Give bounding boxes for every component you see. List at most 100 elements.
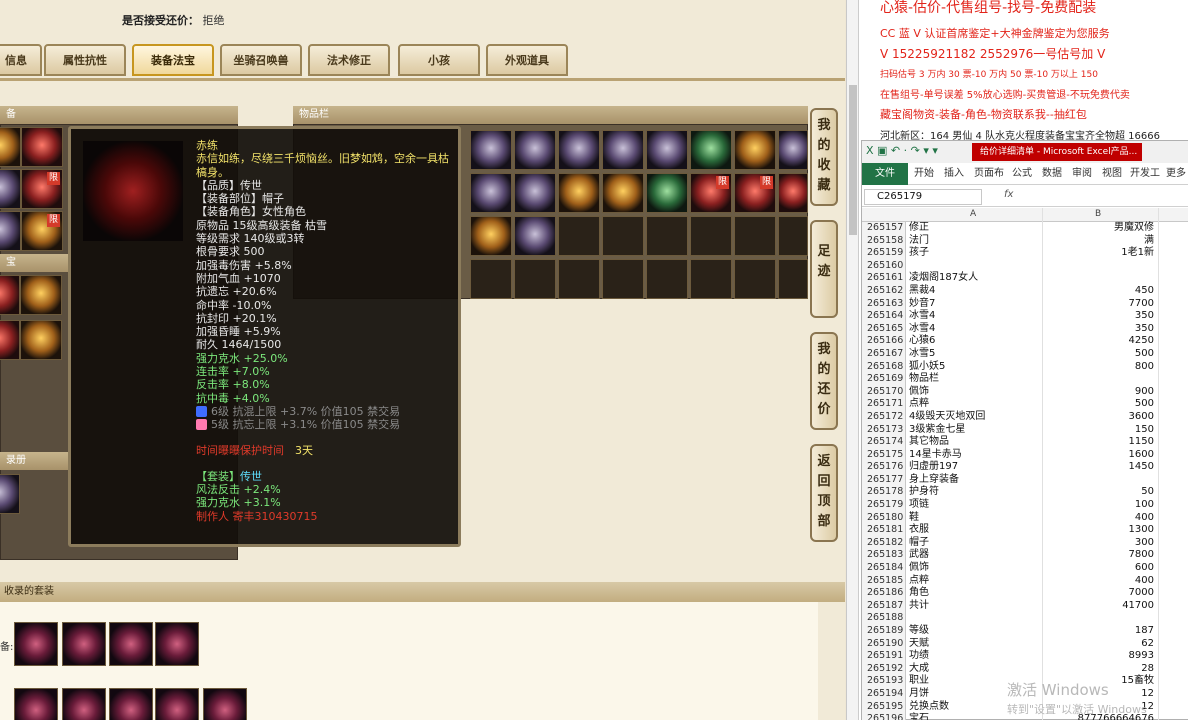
table-row[interactable]: 265162 黑裁4 450 <box>862 284 1188 298</box>
inventory-slot[interactable] <box>602 216 644 256</box>
table-row[interactable]: 265179 项链 100 <box>862 499 1188 512</box>
set-item[interactable] <box>14 622 58 666</box>
column-header-a[interactable]: A <box>970 209 976 219</box>
ribbon-tab[interactable]: 插入 <box>944 163 964 185</box>
ribbon-tab[interactable]: 开发工 <box>1130 163 1160 185</box>
row-number[interactable]: 265159 <box>862 247 906 260</box>
inventory-slot[interactable] <box>470 173 512 213</box>
tab-info[interactable]: 信息 <box>0 44 42 76</box>
cell-b[interactable]: 400 <box>1044 512 1154 525</box>
table-row[interactable]: 265184 佩饰 600 <box>862 562 1188 575</box>
treasure-slot[interactable] <box>0 275 20 315</box>
back-to-top-button[interactable]: 返回顶部 <box>810 444 838 542</box>
table-row[interactable]: 265176 归虚册197 1450 <box>862 461 1188 474</box>
row-number[interactable]: 265190 <box>862 637 906 651</box>
row-number[interactable]: 265177 <box>862 473 906 487</box>
table-row[interactable]: 265183 武器 7800 <box>862 549 1188 563</box>
tab-mounts-pets[interactable]: 坐骑召唤兽 <box>220 44 302 76</box>
row-number[interactable]: 265184 <box>862 562 906 575</box>
cell-b[interactable]: 50 <box>1044 486 1154 499</box>
row-number[interactable]: 265191 <box>862 650 906 663</box>
row-number[interactable]: 265157 <box>862 222 906 235</box>
row-number[interactable]: 265164 <box>862 310 906 323</box>
table-row[interactable]: 265169 物品栏 <box>862 373 1188 386</box>
cell-a[interactable]: 功绩 <box>909 650 1039 663</box>
table-row[interactable]: 265178 护身符 50 <box>862 486 1188 500</box>
row-number[interactable]: 265186 <box>862 587 906 600</box>
inventory-slot[interactable] <box>734 130 776 170</box>
cell-a[interactable]: 法门 <box>909 235 1039 248</box>
table-row[interactable]: 265185 点粹 400 <box>862 574 1188 588</box>
row-number[interactable]: 265176 <box>862 461 906 474</box>
table-row[interactable]: 265181 衣服 1300 <box>862 524 1188 537</box>
tab-spell-correction[interactable]: 法术修正 <box>308 44 390 76</box>
row-number[interactable]: 265165 <box>862 322 906 336</box>
table-row[interactable]: 265157 修正 男魔双修 <box>862 222 1188 235</box>
inventory-slot[interactable] <box>514 259 556 299</box>
row-number[interactable]: 265189 <box>862 625 906 638</box>
set-item[interactable] <box>155 622 199 666</box>
cell-a[interactable]: 等级 <box>909 625 1039 638</box>
row-number[interactable]: 265185 <box>862 574 906 588</box>
row-number[interactable]: 265179 <box>862 499 906 512</box>
cell-b[interactable]: 1300 <box>1044 524 1154 537</box>
inventory-slot[interactable] <box>558 130 600 170</box>
cell-a[interactable]: 护身符 <box>909 486 1039 499</box>
excel-quick-access-icons[interactable]: X ▣ ↶ · ↷ ▾ ▾ <box>866 144 938 157</box>
row-number[interactable]: 265163 <box>862 297 906 311</box>
set-item[interactable] <box>203 688 247 720</box>
cell-b[interactable]: 4250 <box>1044 335 1154 348</box>
row-number[interactable]: 265174 <box>862 436 906 449</box>
table-row[interactable]: 265168 狐小妖5 800 <box>862 360 1188 374</box>
inventory-slot[interactable] <box>778 216 808 256</box>
ribbon-tab[interactable]: 更多 <box>1166 163 1186 185</box>
cell-a[interactable]: 4级毁天灭地双回 <box>909 411 1039 424</box>
table-row[interactable]: 265158 法门满 <box>862 234 1188 248</box>
cell-b[interactable]: 600 <box>1044 562 1154 575</box>
table-row[interactable]: 265192 大成 28 <box>862 662 1188 676</box>
cell-a[interactable]: 佩饰 <box>909 386 1039 399</box>
row-number[interactable]: 265192 <box>862 662 906 676</box>
table-row[interactable]: 265172 4级毁天灭地双回 3600 <box>862 410 1188 424</box>
table-row[interactable]: 265159 孩子 1老1新 <box>862 247 1188 260</box>
cell-a[interactable]: 身上穿装备 <box>909 474 1039 487</box>
row-number[interactable]: 265187 <box>862 599 906 613</box>
table-row[interactable]: 265164 冰雪4 350 <box>862 310 1188 323</box>
set-item[interactable] <box>109 688 153 720</box>
cell-a[interactable]: 物品栏 <box>909 373 1039 386</box>
cell-b[interactable]: 满 <box>1044 235 1154 248</box>
inventory-slot[interactable] <box>690 130 732 170</box>
row-number[interactable]: 265170 <box>862 385 906 399</box>
equip-slot[interactable] <box>21 127 63 167</box>
table-row[interactable]: 265187 共计 41700 <box>862 599 1188 613</box>
table-row[interactable]: 265171 点粹 500 <box>862 398 1188 411</box>
row-number[interactable]: 265172 <box>862 410 906 424</box>
inventory-slot[interactable] <box>778 130 808 170</box>
cell-b[interactable]: 350 <box>1044 323 1154 336</box>
cell-b[interactable]: 150 <box>1044 424 1154 437</box>
inventory-slot[interactable] <box>558 173 600 213</box>
table-row[interactable]: 265167 冰雪5 500 <box>862 347 1188 361</box>
cell-b[interactable]: 500 <box>1044 348 1154 361</box>
row-number[interactable]: 265182 <box>862 536 906 550</box>
tab-equipment[interactable]: 装备法宝 <box>132 44 214 76</box>
fx-icon[interactable]: fx <box>1004 189 1013 200</box>
cell-a[interactable]: 点粹 <box>909 398 1039 411</box>
cell-b[interactable]: 3600 <box>1044 411 1154 424</box>
row-number[interactable]: 265181 <box>862 524 906 537</box>
cell-b[interactable]: 300 <box>1044 537 1154 550</box>
row-number[interactable]: 265171 <box>862 398 906 411</box>
ribbon-tab[interactable]: 审阅 <box>1072 163 1092 185</box>
tab-child[interactable]: 小孩 <box>398 44 480 76</box>
cell-b[interactable]: 500 <box>1044 398 1154 411</box>
table-row[interactable]: 265160 <box>862 259 1188 273</box>
inventory-slot[interactable] <box>646 259 688 299</box>
inventory-slot[interactable] <box>514 173 556 213</box>
inventory-slot[interactable] <box>470 259 512 299</box>
cell-a[interactable]: 凌烟阁187女人 <box>909 272 1039 285</box>
set-item[interactable] <box>62 622 106 666</box>
table-row[interactable]: 265166 心猿6 4250 <box>862 335 1188 348</box>
cell-b[interactable]: 28 <box>1044 663 1154 676</box>
row-number[interactable]: 265160 <box>862 259 906 273</box>
equip-slot[interactable] <box>0 127 21 167</box>
